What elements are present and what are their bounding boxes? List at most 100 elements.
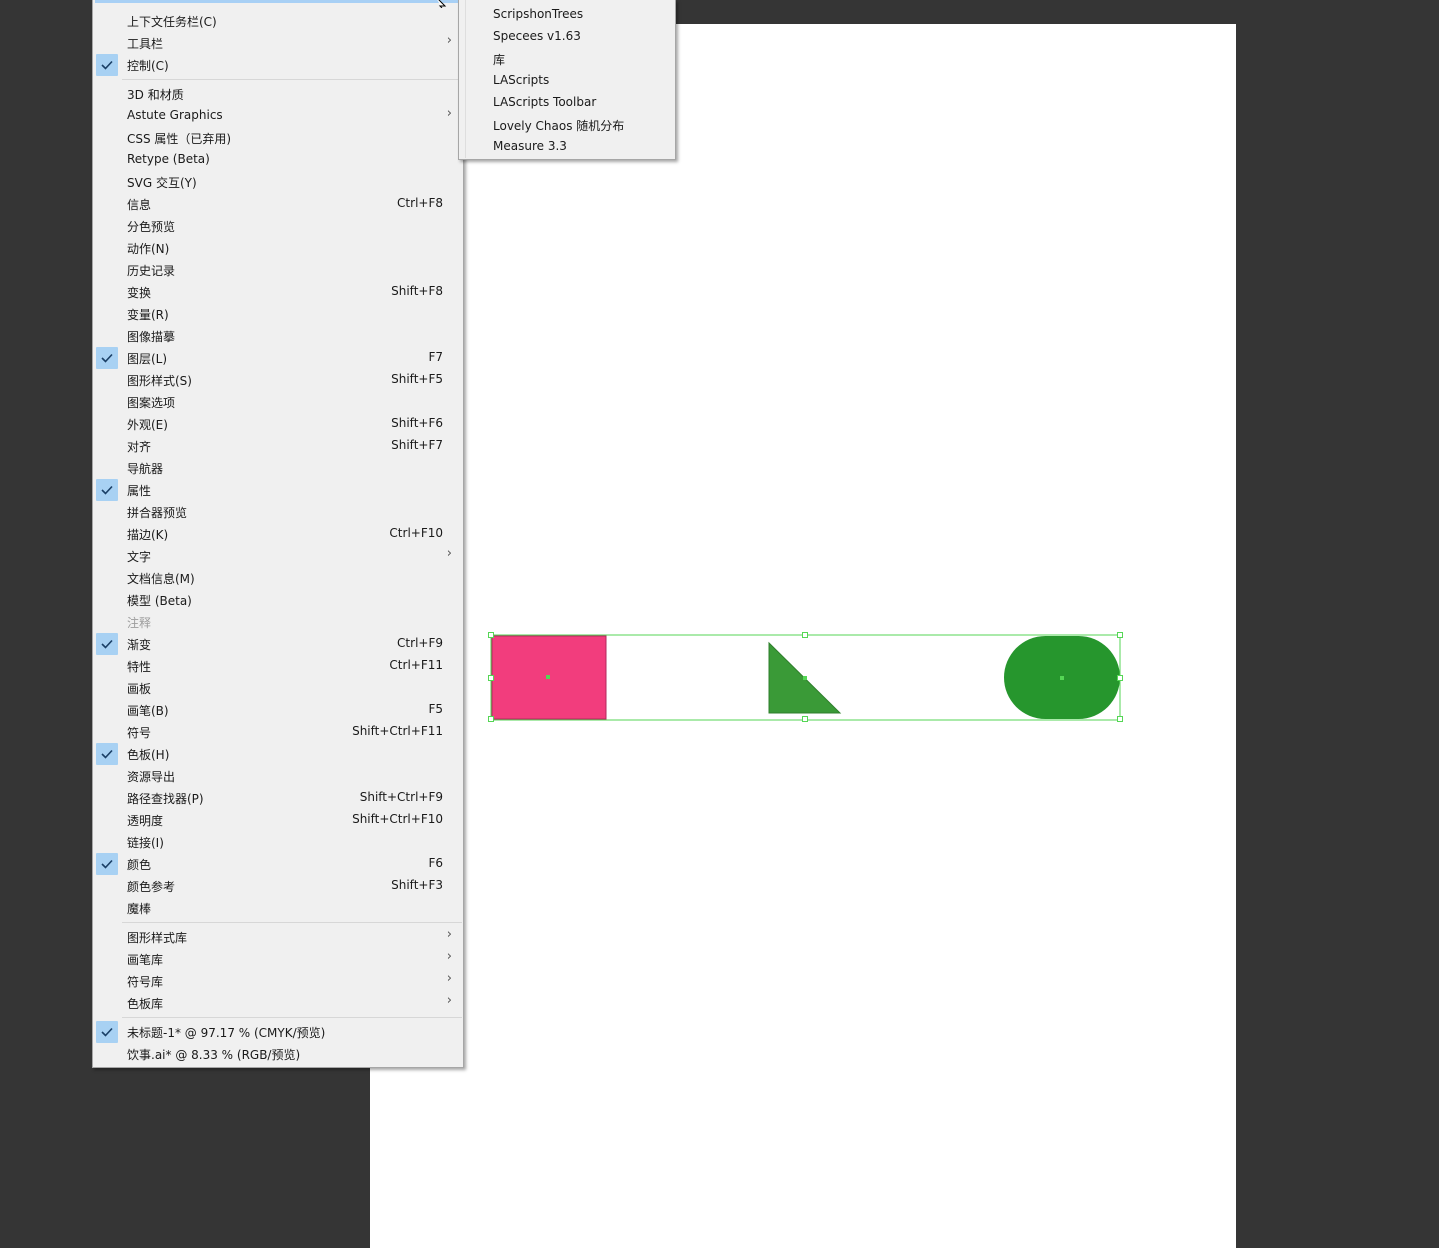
extension-menu-item[interactable]: Specees v1.63 xyxy=(459,26,675,48)
menu-item-label: 颜色参考 xyxy=(127,880,176,894)
extension-menu-item[interactable]: ScripshonTrees xyxy=(459,4,675,26)
window-menu-item[interactable]: 符号 Shift+Ctrl+F11 xyxy=(93,721,463,743)
window-menu-item[interactable]: 上下文任务栏(C) xyxy=(93,10,463,32)
menu-item-shortcut: Shift+F5 xyxy=(391,372,443,386)
menu-item-label: 资源导出 xyxy=(127,770,176,784)
menu-item-label: 特性 xyxy=(127,660,152,674)
window-menu-item[interactable]: 变量(R) xyxy=(93,303,463,325)
window-menu-item[interactable]: 图层(L) F7 xyxy=(93,347,463,369)
menu-item-shortcut: Shift+F6 xyxy=(391,416,443,430)
menu-item-shortcut: Shift+Ctrl+F11 xyxy=(352,724,443,738)
window-menu-item[interactable]: 图案选项 xyxy=(93,391,463,413)
window-menu-item[interactable]: 模型 (Beta) xyxy=(93,589,463,611)
window-menu-item[interactable]: 透明度 Shift+Ctrl+F10 xyxy=(93,809,463,831)
chevron-right-icon: › xyxy=(446,927,452,942)
window-menu-item[interactable]: 历史记录 xyxy=(93,259,463,281)
window-menu-item[interactable]: 魔棒 xyxy=(93,897,463,919)
window-menu-item[interactable]: 动作(N) xyxy=(93,237,463,259)
window-menu-item[interactable]: 特性 Ctrl+F11 xyxy=(93,655,463,677)
menu-item-shortcut: Shift+F7 xyxy=(391,438,443,452)
menu-item-label: Retype (Beta) xyxy=(127,152,210,166)
menu-item-label: 色板(H) xyxy=(127,748,170,762)
window-menu-item: 注释 xyxy=(93,611,463,633)
window-menu-item[interactable]: 3D 和材质 xyxy=(93,83,463,105)
window-menu-item[interactable]: 文档信息(M) xyxy=(93,567,463,589)
extension-menu-item[interactable]: Measure 3.3 xyxy=(459,136,675,158)
window-menu-item[interactable]: 颜色 F6 xyxy=(93,853,463,875)
menu-item-label: 渐变 xyxy=(127,638,152,652)
window-menu-item[interactable]: 画板 xyxy=(93,677,463,699)
window-menu-item[interactable]: 图形样式库 › xyxy=(93,926,463,948)
extension-menu-item[interactable]: LAScripts Toolbar xyxy=(459,92,675,114)
window-menu-item[interactable]: 属性 xyxy=(93,479,463,501)
window-menu-item[interactable]: 饮事.ai* @ 8.33 % (RGB/预览) xyxy=(93,1043,463,1065)
highlighted-item-strip xyxy=(95,0,459,3)
menu-separator xyxy=(122,1017,462,1018)
window-menu-item[interactable]: Retype (Beta) xyxy=(93,149,463,171)
menu-item-label: 文档信息(M) xyxy=(127,572,195,586)
window-menu-item[interactable]: 色板(H) xyxy=(93,743,463,765)
window-menu-item[interactable]: SVG 交互(Y) xyxy=(93,171,463,193)
window-menu-item[interactable]: 对齐 Shift+F7 xyxy=(93,435,463,457)
window-menu-item[interactable]: 画笔(B) F5 xyxy=(93,699,463,721)
window-menu-item[interactable]: 分色预览 xyxy=(93,215,463,237)
window-menu-item[interactable]: 信息 Ctrl+F8 xyxy=(93,193,463,215)
menu-item-label: 颜色 xyxy=(127,858,152,872)
chevron-right-icon: › xyxy=(446,106,452,121)
window-menu-item[interactable]: 颜色参考 Shift+F3 xyxy=(93,875,463,897)
window-menu-item[interactable]: 外观(E) Shift+F6 xyxy=(93,413,463,435)
checkmark-icon xyxy=(96,853,118,875)
window-menu-item[interactable]: 未标题-1* @ 97.17 % (CMYK/预览) xyxy=(93,1021,463,1043)
checkmark-icon xyxy=(96,633,118,655)
window-menu-item[interactable]: 图形样式(S) Shift+F5 xyxy=(93,369,463,391)
chevron-right-icon: › xyxy=(446,949,452,964)
window-menu-item[interactable]: 路径查找器(P) Shift+Ctrl+F9 xyxy=(93,787,463,809)
menu-item-label: 变量(R) xyxy=(127,308,169,322)
window-menu-item[interactable]: 色板库 › xyxy=(93,992,463,1014)
menu-item-label: 色板库 xyxy=(127,997,164,1011)
menu-item-label: 图形样式(S) xyxy=(127,374,192,388)
checkmark-icon xyxy=(96,743,118,765)
window-menu-item[interactable]: 图像描摹 xyxy=(93,325,463,347)
menu-item-shortcut: Shift+Ctrl+F10 xyxy=(352,812,443,826)
extensions-submenu: ScripshonTrees Specees v1.63 库 LAScripts LAS… xyxy=(458,0,676,160)
window-menu-item[interactable]: 资源导出 xyxy=(93,765,463,787)
checkmark-icon xyxy=(96,1021,118,1043)
menu-item-label: 未标题-1* @ 97.17 % (CMYK/预览) xyxy=(127,1026,326,1040)
window-menu-item[interactable]: 变换 Shift+F8 xyxy=(93,281,463,303)
menu-separator xyxy=(122,79,462,80)
menu-item-label: 图像描摹 xyxy=(127,330,176,344)
window-menu-item[interactable]: 拼合器预览 xyxy=(93,501,463,523)
extension-menu-item[interactable]: Lovely Chaos 随机分布 xyxy=(459,114,675,136)
menu-item-label: 透明度 xyxy=(127,814,164,828)
window-menu-item[interactable]: 画笔库 › xyxy=(93,948,463,970)
chevron-right-icon: › xyxy=(446,33,452,48)
window-menu-item[interactable]: 链接(I) xyxy=(93,831,463,853)
menu-item-label: 饮事.ai* @ 8.33 % (RGB/预览) xyxy=(127,1048,301,1062)
extension-item-label: Measure 3.3 xyxy=(493,139,567,153)
menu-item-label: 符号 xyxy=(127,726,152,740)
extension-menu-item[interactable]: 库 xyxy=(459,48,675,70)
window-menu-item[interactable]: 描边(K) Ctrl+F10 xyxy=(93,523,463,545)
window-menu-item[interactable]: Astute Graphics › xyxy=(93,105,463,127)
extension-menu-item[interactable]: LAScripts xyxy=(459,70,675,92)
extension-item-label: LAScripts Toolbar xyxy=(493,95,597,109)
extension-item-label: Lovely Chaos 随机分布 xyxy=(493,119,625,133)
menu-item-label: 画笔库 xyxy=(127,953,164,967)
menu-item-label: Astute Graphics xyxy=(127,108,223,122)
menu-item-label: 画板 xyxy=(127,682,152,696)
window-menu-item[interactable]: 符号库 › xyxy=(93,970,463,992)
menu-separator xyxy=(122,922,462,923)
window-menu-item[interactable]: 渐变 Ctrl+F9 xyxy=(93,633,463,655)
window-menu-item[interactable]: 文字 › xyxy=(93,545,463,567)
window-menu-item[interactable]: 控制(C) xyxy=(93,54,463,76)
chevron-right-icon: › xyxy=(446,971,452,986)
window-menu-item[interactable]: 导航器 xyxy=(93,457,463,479)
menu-item-label: 文字 xyxy=(127,550,152,564)
window-menu-item[interactable]: CSS 属性（已弃用) xyxy=(93,127,463,149)
menu-item-label: 图形样式库 xyxy=(127,931,188,945)
menu-item-shortcut: F7 xyxy=(428,350,443,364)
window-menu-item[interactable]: 工具栏 › xyxy=(93,32,463,54)
checkmark-icon xyxy=(96,347,118,369)
menu-item-label: 分色预览 xyxy=(127,220,176,234)
